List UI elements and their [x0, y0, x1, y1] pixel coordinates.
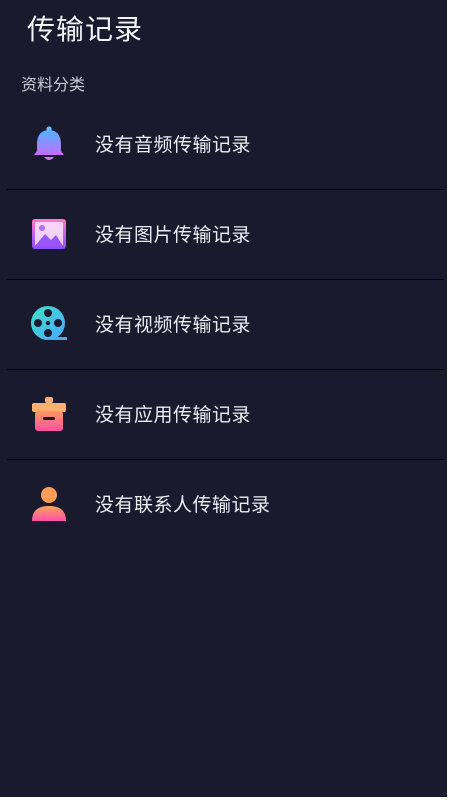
image-icon	[29, 214, 69, 254]
transfer-records-screen: 传输记录 资料分类 没有音频传输记录 没有图片传输记录 没有视频传输记录 没有应…	[0, 0, 447, 797]
category-list: 没有音频传输记录 没有图片传输记录 没有视频传输记录 没有应用传输记录 没有联系…	[7, 100, 444, 549]
category-row-label: 没有应用传输记录	[95, 404, 252, 426]
category-row-app[interactable]: 没有应用传输记录	[7, 370, 444, 460]
bell-icon	[29, 124, 69, 164]
category-row-audio[interactable]: 没有音频传输记录	[7, 100, 444, 190]
category-row-label: 没有图片传输记录	[95, 224, 252, 246]
category-row-contacts[interactable]: 没有联系人传输记录	[7, 460, 444, 549]
film-reel-icon	[29, 304, 69, 344]
category-row-video[interactable]: 没有视频传输记录	[7, 280, 444, 370]
section-label: 资料分类	[21, 75, 86, 94]
category-row-label: 没有视频传输记录	[95, 314, 252, 336]
category-row-label: 没有音频传输记录	[95, 134, 252, 156]
page-title: 传输记录	[27, 13, 144, 46]
category-row-image[interactable]: 没有图片传输记录	[7, 190, 444, 280]
person-icon	[29, 484, 69, 524]
category-row-label: 没有联系人传输记录	[95, 494, 271, 516]
app-box-icon	[29, 394, 69, 434]
